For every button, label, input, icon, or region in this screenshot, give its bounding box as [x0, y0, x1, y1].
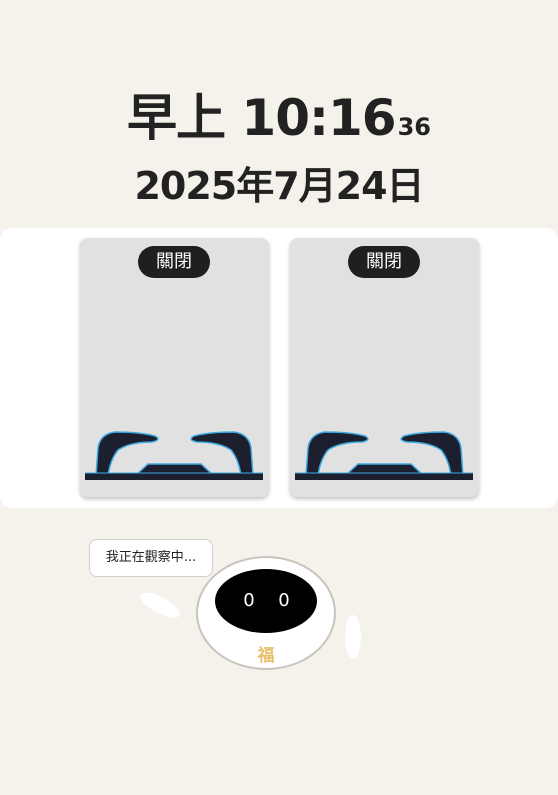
clock: 早上 10:1636 [0, 78, 558, 150]
robot-label: 福 [257, 645, 275, 666]
slipper-icon [295, 431, 473, 480]
robot-left-eye: 0 [243, 590, 254, 611]
robot-assistant[interactable]: 0 0 福 [135, 555, 370, 680]
robot-right-arm [345, 615, 361, 659]
slipper-icon [85, 431, 263, 480]
clock-seconds: 36 [397, 113, 431, 141]
robot-face [215, 569, 317, 633]
clock-time: 10:16 [241, 89, 396, 147]
status-badge[interactable]: 關閉 [348, 246, 420, 278]
date-display: 2025年7月24日 [134, 164, 424, 208]
camera-card-1[interactable]: 關閉 [80, 238, 269, 497]
camera-panel: 關閉 關閉 [0, 228, 558, 508]
robot-right-eye: 0 [278, 590, 289, 611]
robot-left-arm [140, 592, 180, 618]
camera-card-2[interactable]: 關閉 [290, 238, 479, 497]
clock-period: 早上 [127, 89, 226, 147]
status-badge[interactable]: 關閉 [138, 246, 210, 278]
